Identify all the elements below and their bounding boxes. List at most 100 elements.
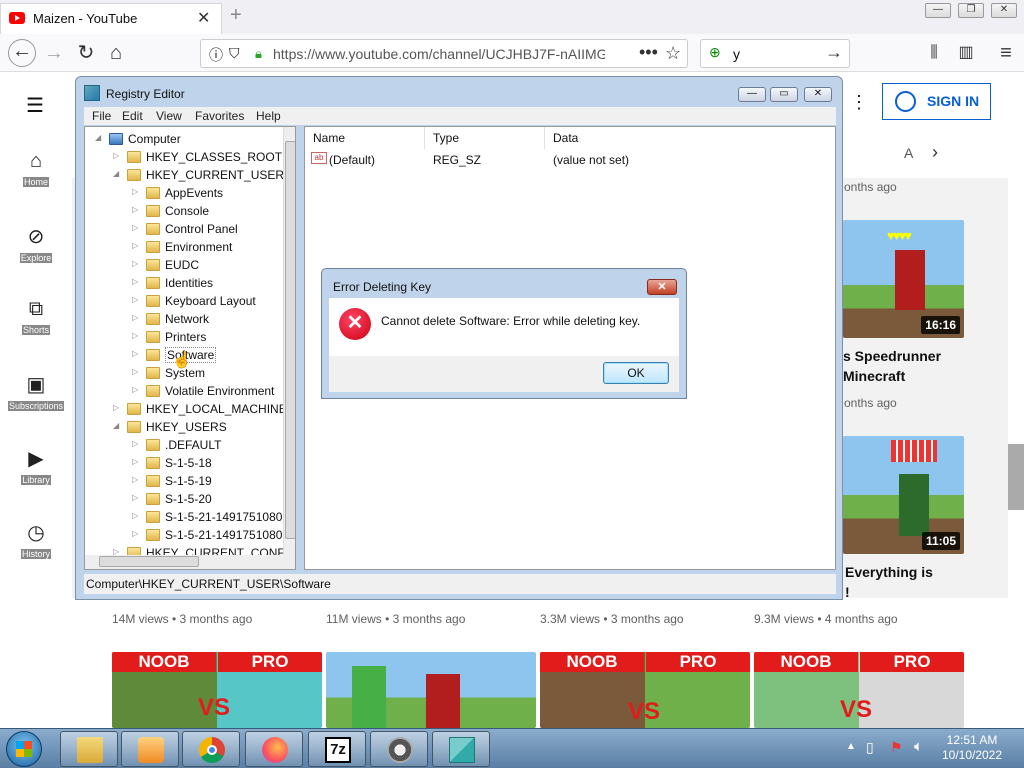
menu-file[interactable]: File [92, 109, 111, 123]
clock[interactable]: 12:51 AM 10/10/2022 [940, 733, 1004, 763]
expand-toggle-icon[interactable]: ▷ [132, 475, 138, 484]
expand-toggle-icon[interactable]: ▷ [132, 511, 138, 520]
forward-arrow-icon[interactable]: → [42, 42, 66, 66]
video-thumbnail[interactable]: NOOB PRO VS [754, 652, 964, 728]
video-title[interactable]: s Speedrunner [843, 348, 941, 364]
search-go-arrow-icon[interactable]: → [825, 42, 843, 63]
reload-icon[interactable]: ↻ [74, 42, 98, 66]
youtube-menu-icon[interactable]: ☰ [26, 93, 44, 118]
expand-toggle-icon[interactable]: ▷ [132, 385, 138, 394]
expand-toggle-icon[interactable]: ▷ [132, 349, 138, 358]
expand-toggle-icon[interactable]: ▷ [132, 331, 138, 340]
sidebar-item-shorts[interactable]: ⧉ Shorts [0, 298, 72, 336]
expand-toggle-icon[interactable]: ▷ [132, 439, 138, 448]
video-thumbnail[interactable] [326, 652, 536, 728]
network-icon[interactable]: ▯ [866, 739, 874, 756]
expand-toggle-icon[interactable]: ▷ [132, 295, 138, 304]
expand-toggle-icon[interactable]: ▷ [132, 259, 138, 268]
menu-view[interactable]: View [156, 109, 182, 123]
tree-horizontal-scrollbar[interactable] [85, 555, 295, 569]
sidebar-item-history[interactable]: ◷ History [0, 520, 72, 560]
sidebar-item-library[interactable]: ▶ Library [0, 446, 72, 486]
url-bar[interactable]: ⓘ ⛉ 🔒︎ https://www.youtube.com/channel/U… [200, 39, 688, 68]
expand-toggle-icon[interactable]: ▷ [132, 187, 138, 196]
expand-toggle-icon[interactable]: ▷ [132, 223, 138, 232]
expand-toggle-icon[interactable]: ▷ [113, 151, 119, 160]
expand-toggle-icon[interactable]: ▷ [132, 493, 138, 502]
column-type[interactable]: Type [425, 127, 545, 149]
search-engine-icon[interactable]: ⊕ [709, 44, 721, 61]
url-text[interactable]: https://www.youtube.com/channel/UCJHBJ7F… [273, 46, 605, 62]
library-icon[interactable]: ⫼ [922, 42, 946, 66]
expand-toggle-icon[interactable]: ◢ [113, 169, 119, 178]
taskbar-chrome[interactable] [182, 731, 240, 767]
taskbar-7zip[interactable]: 7z [308, 731, 366, 767]
maximize-button[interactable]: ▭ [770, 87, 798, 102]
video-thumbnail[interactable]: NOOB PRO VS [112, 652, 322, 728]
show-hidden-icons-icon[interactable]: ▲ [846, 741, 856, 752]
taskbar-raccoon-app[interactable] [370, 731, 428, 767]
minimize-button[interactable]: — [738, 87, 766, 102]
registry-tree[interactable]: ◢ Computer ▷ HKEY_CLASSES_ROOT ◢ HKEY_CURRENT… [84, 126, 296, 570]
video-title[interactable]: Everything is [845, 564, 933, 580]
info-icon[interactable]: ⓘ [209, 45, 223, 65]
search-bar[interactable]: ⊕ y → [700, 39, 850, 68]
page-actions-icon[interactable]: ••• [639, 42, 658, 63]
taskbar-explorer[interactable] [60, 731, 118, 767]
column-name[interactable]: Name [305, 127, 425, 149]
chip-partial[interactable]: A [904, 145, 913, 161]
sidebar-item-explore[interactable]: ⊘ Explore [0, 224, 72, 264]
video-thumbnail[interactable]: 11:05 [843, 436, 964, 554]
browser-tab[interactable]: Maizen - YouTube ✕ [0, 3, 222, 34]
browser-maximize-button[interactable]: ❐ [958, 3, 984, 18]
expand-toggle-icon[interactable]: ▷ [132, 457, 138, 466]
video-thumbnail[interactable]: ♥♥♥♥ 16:16 [843, 220, 964, 338]
expand-toggle-icon[interactable]: ▷ [132, 277, 138, 286]
menu-hamburger-icon[interactable]: ≡ [994, 42, 1018, 66]
expand-toggle-icon[interactable]: ▷ [113, 403, 119, 412]
close-button[interactable]: ✕ [804, 87, 832, 102]
browser-close-button[interactable]: ✕ [991, 3, 1017, 18]
column-data[interactable]: Data [545, 127, 835, 149]
expand-toggle-icon[interactable]: ◢ [113, 421, 119, 430]
tab-close-icon[interactable]: ✕ [197, 8, 210, 28]
ok-button[interactable]: OK [603, 362, 669, 384]
expand-toggle-icon[interactable]: ▷ [132, 205, 138, 214]
taskbar-media-player[interactable] [121, 731, 179, 767]
page-scrollbar-thumb[interactable] [1008, 444, 1024, 510]
video-title[interactable]: Minecraft [843, 368, 905, 384]
tracking-shield-icon[interactable]: ⛉ [229, 45, 240, 62]
expand-toggle-icon[interactable]: ▷ [132, 313, 138, 322]
chevron-right-icon[interactable]: › [932, 142, 938, 163]
menu-help[interactable]: Help [256, 109, 281, 123]
lock-icon[interactable]: 🔒︎ [255, 46, 262, 62]
taskbar-regedit[interactable] [432, 731, 490, 767]
tree-vertical-scrollbar[interactable] [283, 127, 295, 555]
expand-toggle-icon[interactable]: ◢ [95, 133, 101, 142]
home-icon[interactable]: ⌂ [104, 42, 128, 66]
search-input[interactable]: y [733, 46, 740, 62]
video-thumbnail[interactable]: NOOB PRO VS [540, 652, 750, 728]
dialog-close-button[interactable]: ✕ [647, 279, 677, 295]
volume-icon[interactable]: 🔈︎ [914, 738, 923, 755]
value-name[interactable]: (Default) [329, 153, 375, 167]
more-options-icon[interactable]: ⋮ [850, 92, 868, 113]
bookmark-star-icon[interactable]: ☆ [665, 43, 681, 64]
start-button[interactable] [6, 731, 42, 767]
sidebar-item-home[interactable]: ⌂ Home [0, 150, 72, 188]
video-title[interactable]: ! [845, 584, 850, 600]
scrollbar-thumb[interactable] [285, 141, 295, 539]
expand-toggle-icon[interactable]: ▷ [132, 367, 138, 376]
sidebar-toggle-icon[interactable]: ▥ [954, 42, 978, 66]
taskbar-firefox[interactable] [245, 731, 303, 767]
sign-in-button[interactable]: SIGN IN [882, 83, 991, 120]
action-center-icon[interactable]: ⚑ [890, 739, 903, 756]
back-arrow-icon[interactable]: ← [8, 39, 36, 67]
new-tab-icon[interactable]: + [230, 4, 242, 27]
sidebar-item-subscriptions[interactable]: ▣ Subscriptions [0, 372, 72, 412]
menu-edit[interactable]: Edit [122, 109, 143, 123]
menu-favorites[interactable]: Favorites [195, 109, 244, 123]
scrollbar-thumb[interactable] [99, 556, 199, 567]
expand-toggle-icon[interactable]: ▷ [132, 241, 138, 250]
expand-toggle-icon[interactable]: ▷ [132, 529, 138, 538]
